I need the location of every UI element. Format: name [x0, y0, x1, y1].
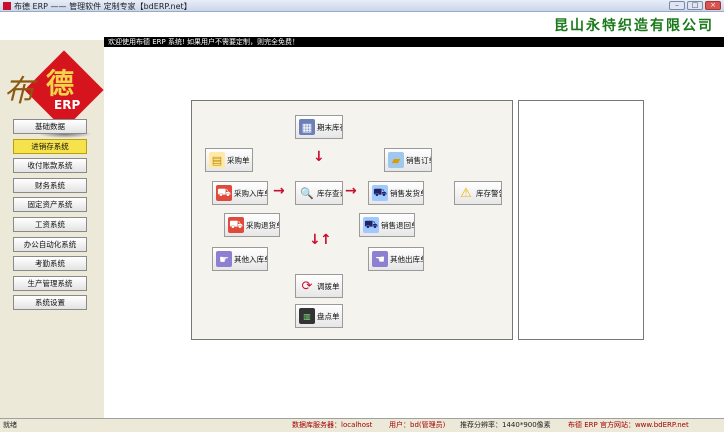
- status-resolution: 推荐分辨率：1440*900像素: [460, 421, 551, 429]
- truck-icon: ⛟: [372, 185, 388, 201]
- app-icon: [3, 2, 11, 10]
- window-title: 布德 ERP —— 管理软件 定制专家【bdERP.net】: [14, 2, 192, 11]
- up-arrow-icon: ↑: [320, 232, 332, 248]
- other-out-button[interactable]: ☚ 其他出库单: [368, 247, 424, 271]
- sales-delivery-button[interactable]: ⛟ 销售发货单: [368, 181, 424, 205]
- side-panel: [518, 100, 644, 340]
- cycle-icon: ⟳: [301, 278, 313, 294]
- status-website: 布德 ERP 官方网站：www.bdERP.net: [568, 421, 689, 429]
- folder-icon: ▰: [388, 152, 404, 168]
- nav-fixed-assets[interactable]: 固定资产系统: [13, 197, 87, 213]
- nav-payroll[interactable]: 工资系统: [13, 216, 87, 232]
- magnifier-icon: 🔍: [300, 186, 314, 200]
- warning-icon: ⚠: [460, 185, 472, 201]
- nav-finance[interactable]: 财务系统: [13, 177, 87, 193]
- period-end-stock-button[interactable]: ▦ 期末库存: [295, 115, 343, 139]
- company-name: 昆山永特织造有限公司: [554, 18, 714, 34]
- sidebar: 布 德 ERP 基础数据 进销存系统 收付账款系统 财务系统 固定资产系统 工资…: [0, 40, 104, 418]
- nav-basic-data[interactable]: 基础数据: [13, 119, 87, 134]
- minimize-button[interactable]: –: [669, 1, 685, 10]
- module-nav: 基础数据 进销存系统 收付账款系统 财务系统 固定资产系统 工资系统 办公自动化…: [13, 119, 87, 315]
- nav-attendance[interactable]: 考勤系统: [13, 256, 87, 272]
- transfer-button[interactable]: ⟳ 调拨单: [295, 274, 343, 298]
- purchase-in-button[interactable]: ⛟ 采购入库单: [212, 181, 268, 205]
- cart-icon: ⛟: [216, 185, 232, 201]
- logo-erp: ERP: [54, 98, 81, 112]
- counter-icon: ▥: [299, 308, 315, 324]
- nav-office-automation[interactable]: 办公自动化系统: [13, 236, 87, 252]
- nav-receivables[interactable]: 收付账款系统: [13, 158, 87, 174]
- stock-query-button[interactable]: 🔍 库存查询: [295, 181, 343, 205]
- logo-char-de: 德: [46, 67, 75, 100]
- status-user: 用户：bd(管理员): [389, 421, 446, 429]
- cart-return-icon: ⛟: [228, 217, 244, 233]
- right-arrow-icon: →: [273, 183, 285, 199]
- calendar-icon: ▦: [299, 119, 315, 135]
- stock-alert-button[interactable]: ⚠ 库存警告: [454, 181, 502, 205]
- header: 昆山永特织造有限公司: [0, 12, 724, 40]
- document-icon: ▤: [209, 152, 225, 168]
- sales-order-button[interactable]: ▰ 销售订单: [384, 148, 432, 172]
- status-bar: 就绪 数据库服务器：localhost 用户：bd(管理员) 推荐分辨率：144…: [0, 418, 724, 432]
- other-in-button[interactable]: ☛ 其他入库单: [212, 247, 268, 271]
- welcome-banner: 欢迎使用布德 ERP 系统! 如果用户不需要定制，则完全免费！: [104, 37, 724, 47]
- close-button[interactable]: ×: [705, 1, 721, 10]
- right-arrow-icon: →: [345, 183, 357, 199]
- down-arrow-icon: ↓: [309, 232, 321, 248]
- hand-in-icon: ☛: [216, 251, 232, 267]
- status-ready: 就绪: [3, 421, 17, 429]
- status-db-server: 数据库服务器：localhost: [292, 421, 373, 429]
- nav-inventory[interactable]: 进销存系统: [13, 138, 87, 154]
- purchase-return-button[interactable]: ⛟ 采购退货单: [224, 213, 280, 237]
- logo-char-bu: 布: [4, 74, 34, 109]
- inventory-count-button[interactable]: ▥ 盘点单: [295, 304, 343, 328]
- down-arrow-icon: ↓: [313, 149, 325, 165]
- hand-out-icon: ☚: [372, 251, 388, 267]
- truck-return-icon: ⛟: [363, 217, 379, 233]
- purchase-order-button[interactable]: ▤ 采购单: [205, 148, 253, 172]
- title-bar: 布德 ERP —— 管理软件 定制专家【bdERP.net】 – □ ×: [0, 0, 724, 12]
- nav-settings[interactable]: 系统设置: [13, 295, 87, 311]
- nav-production[interactable]: 生产管理系统: [13, 275, 87, 291]
- sales-return-button[interactable]: ⛟ 销售退回单: [359, 213, 415, 237]
- maximize-button[interactable]: □: [687, 1, 703, 10]
